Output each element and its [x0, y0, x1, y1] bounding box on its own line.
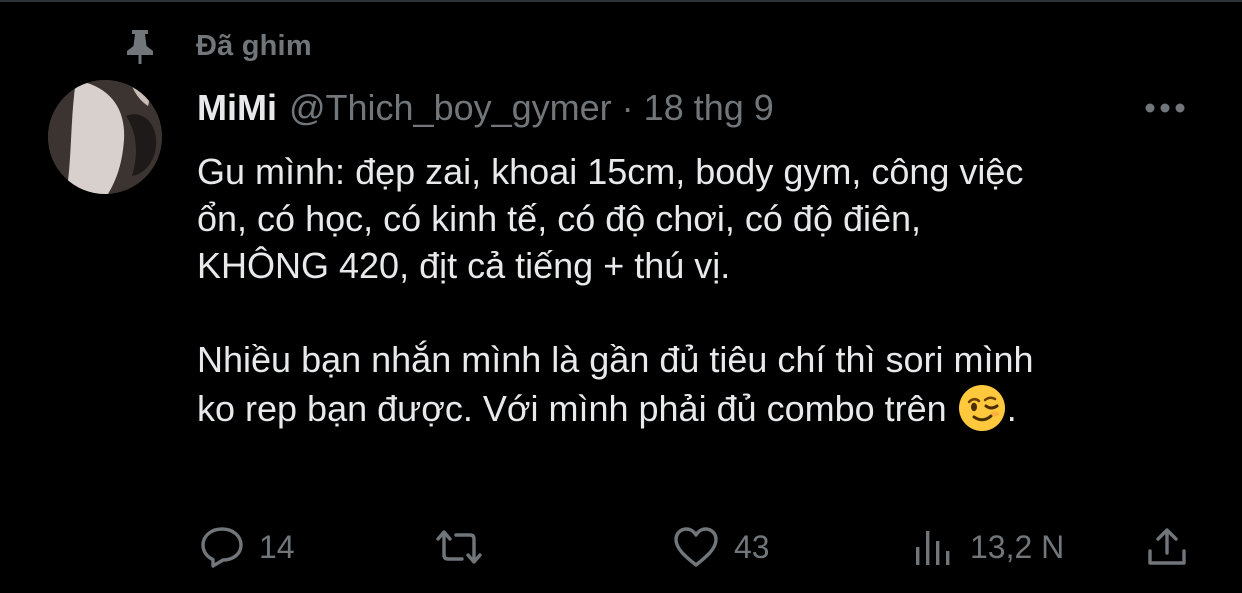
tweet-text-fragment: . [1006, 388, 1017, 429]
reply-count: 14 [259, 528, 295, 565]
tweet-text-line: Nhiều bạn nhắn mình là gần đủ tiêu chí t… [197, 339, 1034, 380]
pinned-indicator: Đã ghim [120, 26, 312, 66]
tweet-text-line: KHÔNG 420, địt cả tiếng + thú vị. [197, 245, 731, 286]
views-button[interactable]: 13,2 N [912, 524, 1064, 570]
pin-icon [120, 26, 160, 66]
heart-icon [672, 525, 720, 569]
share-icon [1145, 525, 1189, 569]
header-separator: · [621, 87, 634, 128]
retweet-icon [432, 525, 486, 569]
reply-button[interactable]: 14 [199, 524, 295, 570]
tweet-text: Gu mình: đẹp zai, khoai 15cm, body gym, … [197, 148, 1207, 433]
tweet-text-line-with-emoji: ko rep bạn được. Với mình phải đủ combo … [197, 383, 1207, 433]
like-button[interactable]: 43 [672, 524, 770, 570]
winking-face-emoji [957, 383, 1007, 433]
author-handle[interactable]: @Thich_boy_gymer [289, 87, 612, 129]
top-divider [0, 0, 1242, 2]
reply-icon [199, 525, 245, 569]
tweet-header: MiMi @Thich_boy_gymer · 18 thg 9 [197, 84, 774, 132]
tweet-text-line: ổn, có học, có kinh tế, có độ chơi, có đ… [197, 198, 922, 239]
pinned-label: Đã ghim [196, 29, 312, 62]
tweet-timestamp[interactable]: 18 thg 9 [644, 87, 774, 129]
author-display-name[interactable]: MiMi [197, 87, 277, 129]
views-bar-chart-icon [912, 525, 956, 569]
tweet-text-line: Gu mình: đẹp zai, khoai 15cm, body gym, … [197, 151, 1024, 192]
like-count: 43 [734, 528, 770, 565]
more-dots-icon [1144, 101, 1186, 119]
more-options-button[interactable] [1138, 92, 1192, 128]
share-button[interactable] [1145, 524, 1189, 570]
avatar[interactable] [48, 80, 162, 194]
views-count: 13,2 N [970, 528, 1065, 565]
tweet-text-fragment: ko rep bạn được. Với mình phải đủ combo … [197, 388, 957, 429]
retweet-button[interactable] [432, 524, 500, 570]
